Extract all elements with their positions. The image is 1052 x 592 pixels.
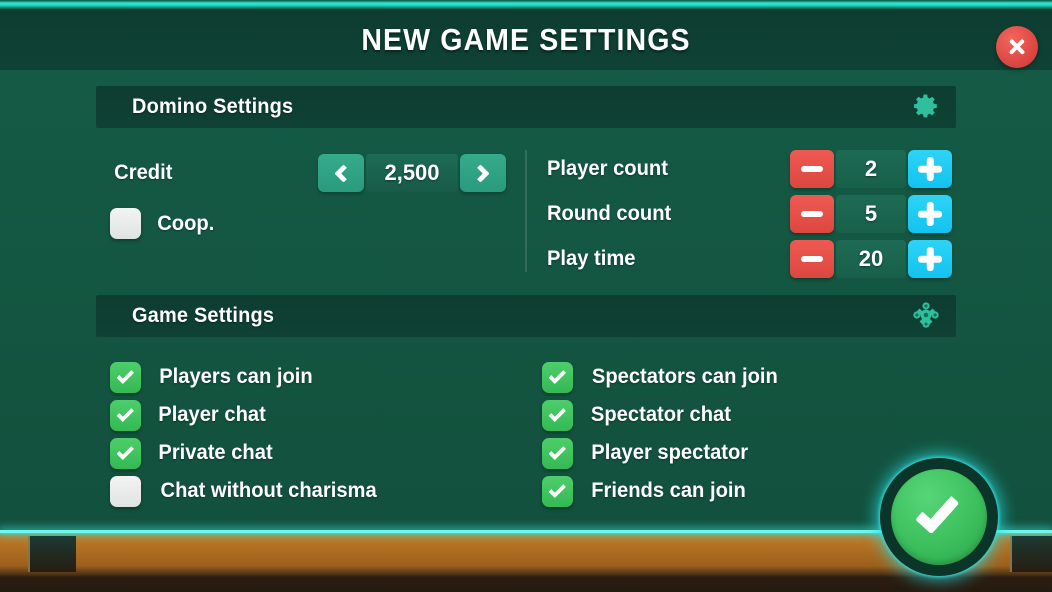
check-icon [547, 442, 566, 460]
title-bar: NEW GAME SETTINGS [0, 9, 1052, 70]
new-game-settings-screen: NEW GAME SETTINGS Domino Settings Credit [0, 0, 1052, 592]
plus-icon [918, 247, 942, 271]
close-x-icon [1007, 37, 1027, 57]
check-icon [115, 404, 134, 422]
play-time-row: Play time 20 [542, 240, 952, 278]
coop-checkbox[interactable] [110, 208, 141, 239]
minus-icon [801, 256, 823, 262]
domino-settings-title: Domino Settings [132, 95, 294, 118]
private-chat-label: Private chat [158, 441, 273, 464]
game-settings-body: Players can join Player chat Private cha… [96, 350, 956, 510]
option-row[interactable]: Chat without charisma [110, 472, 381, 510]
spectator-chat-label: Spectator chat [590, 403, 731, 426]
player-spectator-checkbox[interactable] [542, 437, 573, 469]
domino-settings-body: Credit 2,500 Coop. Player count 2 Round … [96, 142, 956, 282]
check-icon [547, 480, 566, 498]
round-count-row: Round count 5 [542, 195, 952, 233]
option-row[interactable]: Spectators can join [542, 358, 782, 396]
bottom-bar-slot-left [28, 536, 76, 572]
coop-row[interactable]: Coop. [110, 208, 215, 239]
play-time-increase-button[interactable] [908, 240, 952, 278]
page-title: NEW GAME SETTINGS [361, 21, 691, 57]
game-settings-title: Game Settings [132, 304, 275, 327]
spectator-chat-checkbox[interactable] [542, 399, 573, 431]
credit-value[interactable]: 2,500 [366, 154, 458, 192]
player-count-increase-button[interactable] [908, 150, 952, 188]
play-time-value[interactable]: 20 [836, 240, 906, 278]
top-neon-bar [0, 0, 1052, 9]
credit-increase-button[interactable] [460, 154, 506, 192]
plus-icon [918, 157, 942, 181]
check-icon [547, 366, 566, 384]
plus-icon [918, 202, 942, 226]
gear-icon[interactable] [912, 92, 942, 122]
round-count-label: Round count [546, 202, 672, 225]
option-row[interactable]: Players can join [110, 358, 381, 396]
friends-can-join-checkbox[interactable] [542, 475, 573, 507]
game-settings-header: Game Settings [96, 295, 956, 337]
game-options-left-column: Players can join Player chat Private cha… [110, 358, 381, 510]
play-time-label: Play time [546, 247, 636, 270]
close-button[interactable] [996, 26, 1038, 68]
check-icon [547, 404, 566, 422]
bottom-bar-slot-right [1010, 536, 1052, 572]
round-count-decrease-button[interactable] [790, 195, 834, 233]
option-row[interactable]: Friends can join [542, 472, 782, 510]
option-row[interactable]: Spectator chat [542, 396, 782, 434]
settings-content: Domino Settings Credit 2,500 Coop. Playe… [0, 70, 1052, 530]
chevron-right-icon [471, 163, 490, 183]
player-chat-checkbox[interactable] [110, 399, 141, 431]
option-row[interactable]: Private chat [110, 434, 381, 472]
play-time-decrease-button[interactable] [790, 240, 834, 278]
player-count-row: Player count 2 [542, 150, 952, 188]
round-count-increase-button[interactable] [908, 195, 952, 233]
player-spectator-label: Player spectator [591, 441, 749, 464]
confirm-button-face [891, 469, 987, 565]
counter-group: Player count 2 Round count 5 Play time 2… [542, 150, 952, 285]
credit-decrease-button[interactable] [318, 154, 364, 192]
chat-without-charisma-label: Chat without charisma [160, 479, 377, 502]
player-count-label: Player count [546, 157, 668, 180]
player-count-value[interactable]: 2 [836, 150, 906, 188]
check-icon [115, 366, 134, 384]
credit-row: Credit 2,500 [110, 154, 506, 192]
player-count-decrease-button[interactable] [790, 150, 834, 188]
checkmark-icon [915, 488, 960, 535]
credit-label: Credit [114, 161, 173, 184]
friends-can-join-label: Friends can join [591, 479, 746, 502]
private-chat-checkbox[interactable] [110, 437, 141, 469]
minus-icon [801, 211, 823, 217]
player-chat-label: Player chat [158, 403, 266, 426]
column-divider [525, 150, 527, 272]
check-icon [115, 442, 134, 460]
option-row[interactable]: Player chat [110, 396, 381, 434]
confirm-button[interactable] [880, 458, 998, 576]
option-row[interactable]: Player spectator [542, 434, 782, 472]
cog-icon[interactable] [912, 301, 942, 331]
spectators-can-join-checkbox[interactable] [542, 361, 573, 393]
chevron-left-icon [334, 163, 353, 183]
coop-label: Coop. [157, 211, 215, 235]
players-can-join-checkbox[interactable] [110, 361, 141, 393]
domino-settings-header: Domino Settings [96, 86, 956, 128]
players-can-join-label: Players can join [159, 365, 313, 388]
chat-without-charisma-checkbox[interactable] [110, 475, 141, 507]
round-count-value[interactable]: 5 [836, 195, 906, 233]
game-options-right-column: Spectators can join Spectator chat Playe… [542, 358, 782, 510]
spectators-can-join-label: Spectators can join [591, 365, 778, 388]
minus-icon [801, 166, 823, 172]
